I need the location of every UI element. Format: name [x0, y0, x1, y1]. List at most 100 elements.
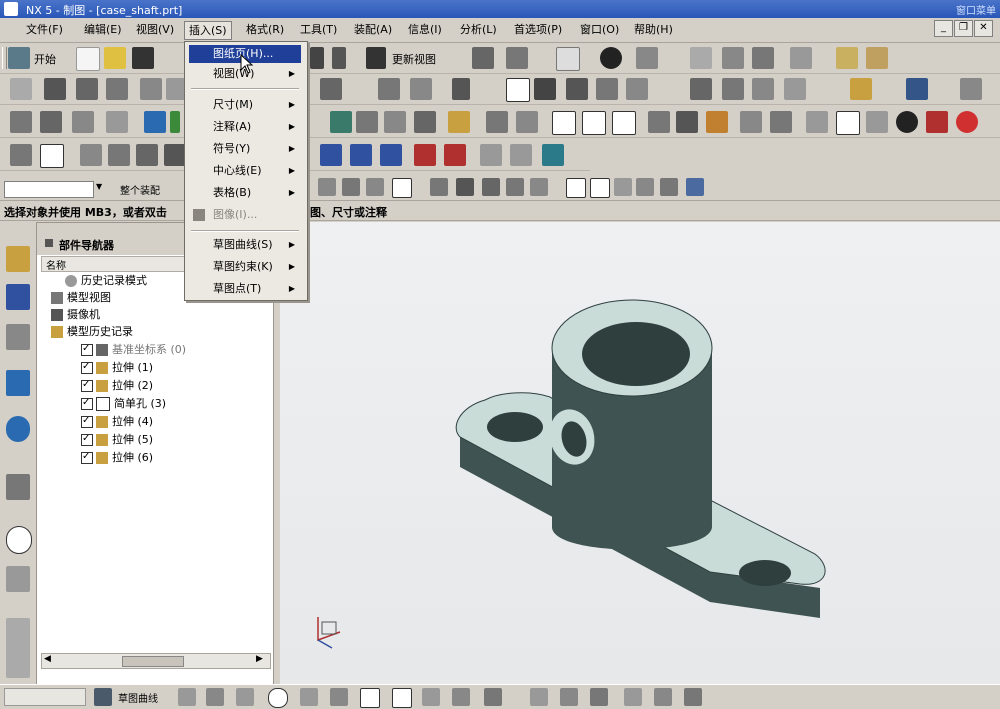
- midpoint-icon[interactable]: [366, 178, 384, 196]
- table-icon[interactable]: [906, 78, 928, 100]
- constraint-tool-icon[interactable]: [484, 688, 502, 706]
- feature-checkbox[interactable]: [81, 359, 93, 375]
- scroll-left-icon[interactable]: ◀: [44, 654, 51, 664]
- wrench-icon[interactable]: [722, 47, 744, 69]
- sheet-icon[interactable]: [10, 78, 32, 100]
- measure-icon[interactable]: [506, 47, 528, 69]
- diameter-dim-icon[interactable]: [330, 111, 352, 133]
- polygon-tool-icon[interactable]: [392, 688, 412, 708]
- fillet-sketch-icon[interactable]: [164, 144, 186, 166]
- globe-icon[interactable]: [686, 178, 704, 196]
- feature-checkbox[interactable]: [81, 449, 93, 465]
- line-snap-icon[interactable]: [482, 178, 500, 196]
- thickness-icon[interactable]: [486, 111, 508, 133]
- scroll-thumb[interactable]: [122, 656, 184, 667]
- history-palette-icon[interactable]: [6, 474, 30, 500]
- profile-sketch-icon[interactable]: [178, 688, 196, 706]
- part-model[interactable]: [280, 222, 1000, 684]
- detail-view-icon[interactable]: [106, 78, 128, 100]
- menu-item-sketch-constraint[interactable]: 草图约束(K) ▶: [189, 258, 301, 276]
- grid-icon[interactable]: [648, 111, 670, 133]
- quadrant-icon[interactable]: [530, 178, 548, 196]
- parts-list-icon[interactable]: [960, 78, 982, 100]
- target-point-icon[interactable]: [752, 78, 774, 100]
- intersection-icon[interactable]: [456, 178, 474, 196]
- refresh-icon[interactable]: [956, 111, 978, 133]
- arc-sketch-icon[interactable]: [108, 144, 130, 166]
- menu-item-image[interactable]: 图像(I)...: [189, 206, 301, 224]
- menu-analysis[interactable]: 分析(L): [456, 21, 501, 38]
- origin-icon[interactable]: [676, 111, 698, 133]
- hole-dim-icon[interactable]: [552, 111, 576, 135]
- menu-item-table[interactable]: 表格(B) ▶: [189, 184, 301, 202]
- feature-checkbox[interactable]: [81, 431, 93, 447]
- clock-icon[interactable]: [6, 526, 32, 554]
- rectangle-tool-icon[interactable]: [360, 688, 380, 708]
- vertical-dim-icon[interactable]: [72, 111, 94, 133]
- tree-item[interactable]: 历史记录模式: [65, 273, 147, 289]
- extend-tool-icon[interactable]: [560, 688, 578, 706]
- tangent-icon[interactable]: [506, 178, 524, 196]
- feature-checkbox[interactable]: [81, 395, 93, 411]
- tree-item[interactable]: 基准坐标系 (0): [81, 341, 186, 358]
- label-icon[interactable]: [706, 111, 728, 133]
- break-view-icon[interactable]: [410, 78, 432, 100]
- pattern-tool-icon[interactable]: [654, 688, 672, 706]
- redo-icon[interactable]: [332, 47, 346, 69]
- menu-window[interactable]: 窗口(O): [576, 21, 623, 38]
- concentric-icon[interactable]: [612, 111, 636, 135]
- sketch-plane-icon[interactable]: [94, 688, 112, 706]
- system-palette-icon[interactable]: [6, 618, 30, 678]
- circle-sketch-icon[interactable]: [136, 144, 158, 166]
- menu-item-dimension[interactable]: 尺寸(M) ▶: [189, 96, 301, 114]
- snap-point-icon[interactable]: [318, 178, 336, 196]
- tree-item[interactable]: 摄像机: [51, 307, 100, 323]
- tree-item[interactable]: 拉伸 (6): [81, 449, 153, 466]
- profile-icon[interactable]: [40, 144, 64, 168]
- tree-item[interactable]: 拉伸 (2): [81, 377, 153, 394]
- trim-icon[interactable]: [480, 144, 502, 166]
- point-tool-icon[interactable]: [422, 688, 440, 706]
- section-view-icon[interactable]: [140, 78, 162, 100]
- parallel-dim-icon[interactable]: [106, 111, 128, 133]
- surface-finish-icon[interactable]: [690, 78, 712, 100]
- filter-dropdown-icon[interactable]: ▼: [96, 182, 102, 191]
- leader-icon[interactable]: [626, 78, 648, 100]
- feature-checkbox[interactable]: [81, 341, 93, 357]
- reuse-library-icon[interactable]: [6, 370, 30, 396]
- view-boundary-icon[interactable]: [378, 78, 400, 100]
- cylinder-dim-icon[interactable]: [582, 111, 606, 135]
- menu-information[interactable]: 信息(I): [404, 21, 446, 38]
- circle-snap-icon[interactable]: [590, 178, 610, 198]
- weld-icon[interactable]: [722, 78, 744, 100]
- vertex-icon[interactable]: [430, 178, 448, 196]
- plus-tool-icon[interactable]: [452, 688, 470, 706]
- menu-format[interactable]: 格式(R): [242, 21, 288, 38]
- tree-item[interactable]: 模型视图: [51, 290, 111, 306]
- trim-tool-icon[interactable]: [530, 688, 548, 706]
- spline-icon[interactable]: [414, 144, 436, 166]
- pencil-icon[interactable]: [866, 111, 888, 133]
- radius-dim-icon[interactable]: [356, 111, 378, 133]
- circle-tool-icon[interactable]: [268, 688, 288, 708]
- menu-tools[interactable]: 工具(T): [296, 21, 341, 38]
- roles-palette-icon[interactable]: [6, 566, 30, 592]
- menu-item-sketch-point[interactable]: 草图点(T) ▶: [189, 280, 301, 298]
- arc-center-icon[interactable]: [566, 178, 586, 198]
- drafting-icon[interactable]: [472, 47, 494, 69]
- scope-label[interactable]: 整个装配: [120, 182, 160, 197]
- menu-view[interactable]: 视图(V): [132, 21, 178, 38]
- search-icon[interactable]: [596, 78, 618, 100]
- sketch-blue-3-icon[interactable]: [380, 144, 402, 166]
- menu-assemblies[interactable]: 装配(A): [350, 21, 396, 38]
- horizontal-dim-icon[interactable]: [40, 111, 62, 133]
- text-icon[interactable]: [770, 111, 792, 133]
- minimize-button[interactable]: _: [934, 20, 953, 37]
- start-icon[interactable]: [8, 47, 30, 69]
- restore-button[interactable]: ❐: [954, 20, 973, 37]
- centerline-icon[interactable]: [452, 78, 470, 100]
- new-file-icon[interactable]: [76, 47, 100, 71]
- tree-item[interactable]: 拉伸 (1): [81, 359, 153, 376]
- toolbar-grip[interactable]: [2, 47, 7, 69]
- web-browser-icon[interactable]: [6, 416, 30, 442]
